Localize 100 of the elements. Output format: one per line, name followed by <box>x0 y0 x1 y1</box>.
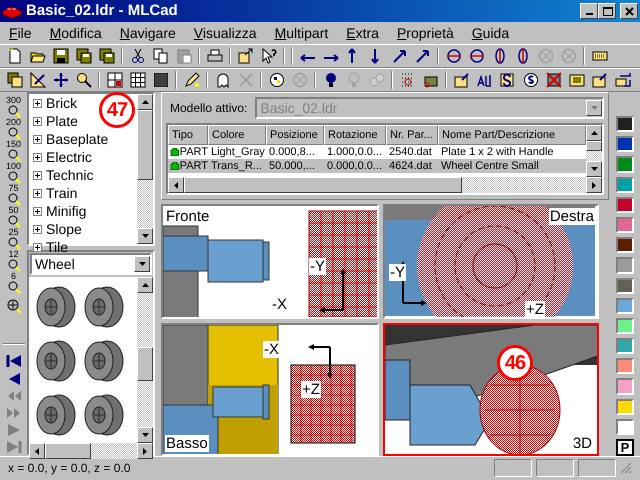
expand-icon[interactable] <box>33 116 42 126</box>
tree-item[interactable]: Brick <box>46 94 78 112</box>
minimize-icon <box>586 13 592 15</box>
tree-item[interactable]: Slope <box>46 220 82 238</box>
help-cursor-icon <box>260 48 276 64</box>
first-icon <box>6 353 22 370</box>
scroll-right-button[interactable] <box>586 177 602 193</box>
caret-icon <box>138 262 146 266</box>
expand-icon[interactable] <box>33 188 42 198</box>
viewport[interactable]: Destra -Y +Z <box>383 204 599 319</box>
color-swatch[interactable] <box>616 136 634 152</box>
viewport[interactable]: Basso -X +Z <box>161 323 379 456</box>
viewport[interactable]: 3D 46 <box>383 323 599 456</box>
zoom-button[interactable]: 12 <box>2 250 26 272</box>
menu-item[interactable]: Extra <box>337 22 388 44</box>
color-swatch[interactable] <box>616 216 634 234</box>
tree-item[interactable]: Technic <box>46 166 94 184</box>
resize-grip-icon[interactable] <box>620 462 632 474</box>
zoom-button[interactable]: 6 <box>2 272 26 294</box>
letter-s-box-icon <box>500 72 516 88</box>
table-cell: Wheel Centre Small <box>441 159 539 173</box>
color-swatch[interactable] <box>616 378 634 395</box>
tree-item[interactable]: Electric <box>46 148 92 166</box>
viewport[interactable]: Fronte -Y -X <box>161 204 379 319</box>
scroll-thumb[interactable] <box>45 443 91 459</box>
scroll-up-button[interactable] <box>137 277 153 293</box>
scroll-thumb[interactable] <box>586 141 602 151</box>
column-header[interactable]: Colore <box>208 125 266 145</box>
menu-item[interactable]: Proprietà <box>388 22 463 44</box>
zoom-button[interactable]: 300 <box>2 96 26 118</box>
expand-icon[interactable] <box>33 206 42 216</box>
column-header[interactable]: Nr. Par... <box>386 125 438 145</box>
color-swatch[interactable] <box>616 298 634 314</box>
tree-scrollbar[interactable] <box>137 94 153 244</box>
new-file-icon <box>6 48 22 64</box>
tree-item[interactable]: Train <box>46 184 78 202</box>
color-swatch[interactable] <box>616 196 634 213</box>
zoom-button[interactable]: 150 <box>2 140 26 162</box>
color-swatch[interactable] <box>616 398 634 415</box>
color-swatch[interactable] <box>616 257 634 274</box>
zoom-button[interactable]: 200 <box>2 118 26 140</box>
column-header[interactable]: Posizione <box>266 125 324 145</box>
menu-item[interactable]: Visualizza <box>184 22 266 44</box>
zoom-button[interactable]: 50 <box>2 206 26 228</box>
color-swatch[interactable] <box>616 338 634 354</box>
down-arrow-icon <box>142 234 148 238</box>
color-swatch[interactable] <box>616 116 634 132</box>
tree-item[interactable]: Tile <box>46 238 68 256</box>
scroll-down-button[interactable] <box>586 161 602 177</box>
color-swatch[interactable] <box>616 358 634 374</box>
zoom-button[interactable]: 25 <box>2 228 26 250</box>
menu-item[interactable]: File <box>0 22 41 44</box>
expand-icon[interactable] <box>33 98 42 108</box>
part-filter-dropdown[interactable]: Wheel <box>30 253 152 275</box>
magnifier-icon <box>6 215 20 228</box>
color-swatch[interactable] <box>616 237 634 254</box>
scroll-down-button[interactable] <box>137 427 153 443</box>
gallery-hscrollbar[interactable] <box>29 443 153 459</box>
scroll-thumb[interactable] <box>137 347 153 381</box>
expand-icon[interactable] <box>33 224 42 234</box>
color-swatch[interactable] <box>616 418 634 435</box>
zoom-button[interactable]: 100 <box>2 162 26 184</box>
crossed-circle-icon <box>538 48 554 64</box>
table-row[interactable]: PART Light_Gray 0.000,8... 1.000,0.0... 2540.dat Plate 1 x 2 with Handle <box>168 145 586 159</box>
scroll-right-button[interactable] <box>137 443 153 459</box>
close-button[interactable] <box>620 3 638 19</box>
scroll-thumb[interactable] <box>184 177 462 193</box>
minimize-button[interactable] <box>580 3 598 19</box>
expand-icon[interactable] <box>33 242 42 252</box>
column-header[interactable]: Nome Part/Descrizione <box>438 125 586 145</box>
expand-icon[interactable] <box>33 134 42 144</box>
table-scrollbar[interactable] <box>586 125 602 177</box>
tree-item[interactable]: Minifig <box>46 202 86 220</box>
menu-item[interactable]: Modifica <box>40 22 111 44</box>
tree-item[interactable]: Baseplate <box>46 130 108 148</box>
gallery-scrollbar[interactable] <box>137 277 153 443</box>
color-swatch[interactable] <box>616 318 634 334</box>
menu-item[interactable]: Multipart <box>266 22 338 44</box>
scroll-left-button[interactable] <box>29 443 45 459</box>
expand-icon[interactable] <box>33 170 42 180</box>
zoom-button[interactable]: 75 <box>2 184 26 206</box>
expand-icon[interactable] <box>33 152 42 162</box>
table-hscrollbar[interactable] <box>168 177 602 193</box>
scroll-up-button[interactable] <box>586 125 602 141</box>
column-header[interactable]: Tipo <box>168 125 208 145</box>
tree-item[interactable]: Plate <box>46 112 78 130</box>
scroll-thumb[interactable] <box>137 110 153 180</box>
maximize-button[interactable] <box>598 3 616 19</box>
menu-item[interactable]: Navigare <box>110 22 185 44</box>
color-swatch[interactable] <box>616 278 634 294</box>
magnifier-icon <box>6 281 20 294</box>
column-header[interactable]: Rotazione <box>324 125 386 145</box>
palette-button[interactable]: P <box>616 439 634 456</box>
table-row[interactable]: PART Trans_R... 50.000,... 0.000,0.0... 4624.dat Wheel Centre Small <box>168 159 586 173</box>
scroll-down-button[interactable] <box>137 228 153 244</box>
color-swatch[interactable] <box>616 156 634 173</box>
scroll-left-button[interactable] <box>168 177 184 193</box>
menu-item[interactable]: Guida <box>462 22 518 44</box>
color-swatch[interactable] <box>616 176 634 193</box>
scroll-up-button[interactable] <box>137 94 153 110</box>
